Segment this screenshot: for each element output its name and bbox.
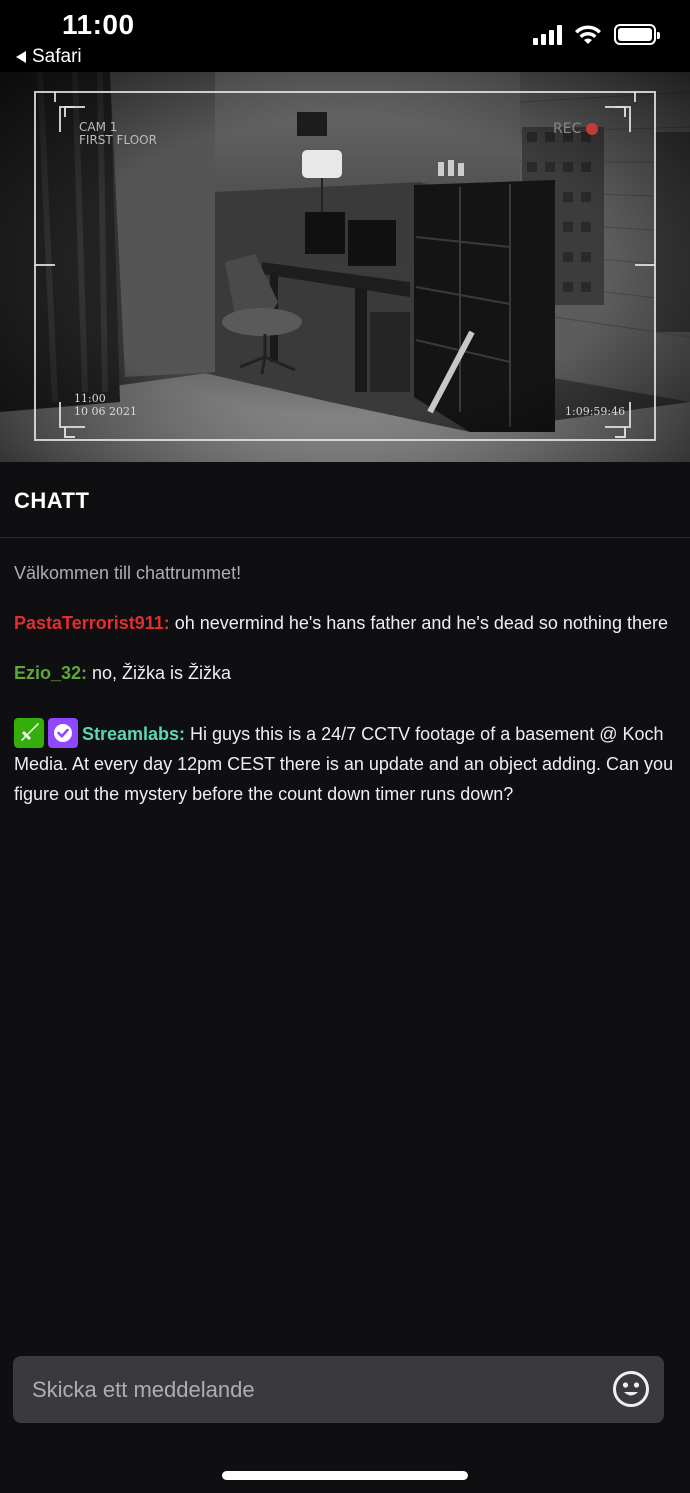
chat-username[interactable]: PastaTerrorist911: (14, 613, 170, 633)
moderator-sword-icon[interactable] (14, 718, 44, 748)
rec-indicator: REC (553, 121, 599, 137)
welcome-message: Välkommen till chattrummet! (14, 563, 242, 583)
chat-message: PastaTerrorist911: oh nevermind he's han… (14, 608, 676, 638)
status-icons (533, 24, 660, 45)
status-time: 11:00 (62, 9, 135, 40)
overlay-timer: 1:09:59:46 (565, 405, 626, 418)
status-bar: 11:00 Safari (0, 0, 690, 72)
chat-message-input[interactable] (13, 1356, 593, 1423)
chat-header: CHATT (0, 462, 690, 538)
chat-username[interactable]: Streamlabs: (82, 724, 185, 744)
chat-title: CHATT (14, 488, 90, 513)
chat-message: Ezio_32: no, Žižka is Žižka (14, 658, 676, 688)
rec-label: REC (553, 121, 582, 137)
back-app-label: Safari (32, 46, 82, 67)
chat-input-box[interactable] (13, 1356, 664, 1423)
back-to-safari-link[interactable]: Safari (16, 46, 82, 68)
overlay-date: 10 06 2021 (74, 405, 137, 418)
overlay-time: 11:00 (74, 392, 106, 405)
rec-dot-icon (586, 123, 599, 135)
smiley-face-icon[interactable] (612, 1370, 650, 1408)
chat-messages[interactable]: Välkommen till chattrummet! PastaTerrori… (14, 558, 676, 829)
chat-message-text: no, Žižka is Žižka (87, 663, 232, 683)
chat-message-text: oh nevermind he's hans father and he's d… (169, 613, 668, 633)
video-player[interactable]: CAM 1 FIRST FLOOR REC 11:00 10 06 2021 1… (0, 72, 690, 462)
battery-icon (614, 24, 660, 45)
chat-message: Streamlabs: Hi guys this is a 24/7 CCTV … (14, 718, 676, 809)
back-triangle-icon (16, 51, 26, 63)
home-indicator[interactable] (222, 1471, 468, 1480)
wifi-icon (575, 24, 601, 44)
camera-floor-label: FIRST FLOOR (79, 133, 157, 147)
verified-check-icon[interactable] (48, 718, 78, 748)
cellular-signal-icon (533, 24, 562, 45)
chat-username[interactable]: Ezio_32: (14, 663, 87, 683)
